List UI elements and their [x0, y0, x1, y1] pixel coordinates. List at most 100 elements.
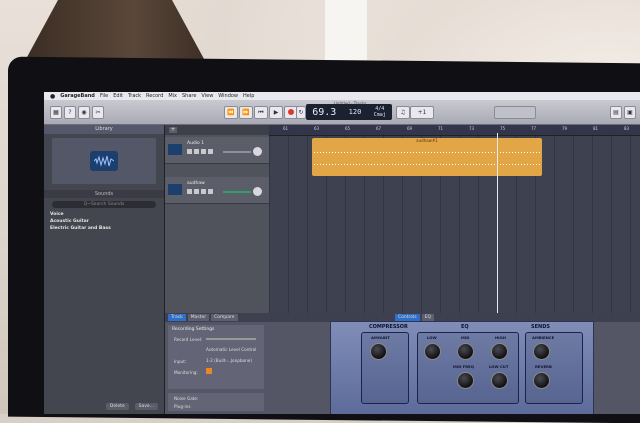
- track-name: audhaw: [187, 181, 205, 186]
- region-title: audhaw#1: [416, 138, 438, 143]
- ruler-tick: 77: [531, 126, 537, 131]
- low-knob[interactable]: [424, 343, 441, 360]
- smart-controls-icon[interactable]: ◉: [78, 106, 90, 119]
- menu-share[interactable]: Share: [182, 93, 196, 99]
- recording-settings-title: Recording Settings: [172, 327, 215, 332]
- ruler-tick: 61: [283, 126, 289, 131]
- input-monitor-button[interactable]: [208, 189, 213, 194]
- rewind-icon[interactable]: ⏪: [224, 106, 238, 119]
- menu-window[interactable]: Window: [218, 93, 238, 99]
- cycle-icon[interactable]: ↻: [296, 106, 306, 119]
- sounds-header: Sounds: [44, 190, 164, 198]
- menu-garageband[interactable]: GarageBand: [60, 93, 95, 99]
- tab-compare[interactable]: Compare: [211, 314, 238, 321]
- mid-knob[interactable]: [457, 343, 474, 360]
- track-name: Audio 1: [187, 141, 205, 146]
- input-select[interactable]: 1-2 (Built-...Jonpbone): [206, 356, 252, 365]
- go-to-start-icon[interactable]: ⏮: [254, 106, 268, 119]
- input-label: Input:: [174, 359, 187, 364]
- notepad-icon[interactable]: ▤: [610, 106, 622, 119]
- region-waveform: [314, 152, 540, 153]
- ambience-knob[interactable]: [533, 343, 550, 360]
- pan-knob[interactable]: [253, 147, 262, 156]
- record-enable-button[interactable]: [201, 189, 206, 194]
- amp-controls: COMPRESSOR EQ SENDS AMOUNT LOW MID HIGH …: [330, 321, 594, 414]
- library-preview: [52, 138, 156, 184]
- menu-edit[interactable]: Edit: [113, 93, 123, 99]
- menu-help[interactable]: Help: [243, 93, 254, 99]
- mid-freq-knob[interactable]: [457, 372, 474, 389]
- auto-level-checkbox[interactable]: Automatic Level Control: [206, 345, 256, 354]
- monitoring-toggle[interactable]: [206, 368, 212, 374]
- sends-panel: [525, 332, 583, 404]
- pan-knob[interactable]: [253, 187, 262, 196]
- tracks-timeline[interactable]: 61 63 65 67 69 71 73 75 77 79 81 83 audh…: [269, 125, 640, 313]
- menu-track[interactable]: Track: [128, 93, 141, 99]
- recording-settings: Recording Settings Record Level: Automat…: [168, 325, 264, 389]
- help-icon[interactable]: ?: [64, 106, 76, 119]
- amount-knob[interactable]: [370, 343, 387, 360]
- list-item[interactable]: Acoustic Guitar: [44, 218, 164, 225]
- playhead[interactable]: [497, 133, 498, 313]
- volume-slider[interactable]: [223, 191, 251, 193]
- solo-button[interactable]: [194, 189, 199, 194]
- monitor-screen: ● GarageBand File Edit Track Record Mix …: [44, 92, 640, 414]
- ruler-tick: 75: [500, 126, 506, 131]
- delete-button[interactable]: Delete: [105, 403, 129, 410]
- library-icon[interactable]: ▦: [50, 106, 62, 119]
- solo-button[interactable]: [194, 149, 199, 154]
- knob-label: LOW: [427, 335, 437, 340]
- ruler-tick: 81: [593, 126, 599, 131]
- plugins-label[interactable]: Plug-ins: [174, 404, 191, 409]
- reverb-knob[interactable]: [533, 372, 550, 389]
- waveform-icon: [168, 144, 182, 155]
- knob-label: HIGH: [495, 335, 506, 340]
- track-headers: + Audio 1 audhaw: [165, 125, 269, 313]
- menu-record[interactable]: Record: [146, 93, 163, 99]
- record-level-slider[interactable]: [206, 338, 256, 340]
- search-input[interactable]: Q~Search Sounds: [52, 201, 156, 208]
- play-icon[interactable]: ▶: [269, 106, 283, 119]
- ruler-tick: 63: [314, 126, 320, 131]
- knob-label: AMOUNT: [371, 335, 390, 340]
- smart-controls-editor: Track Master Compare Controls EQ Recordi…: [165, 313, 640, 414]
- tab-track[interactable]: Track: [168, 314, 186, 321]
- volume-slider[interactable]: [223, 151, 251, 153]
- mute-button[interactable]: [187, 149, 192, 154]
- low-cut-knob[interactable]: [491, 372, 508, 389]
- input-monitor-button[interactable]: [208, 149, 213, 154]
- tuner-icon[interactable]: ♫: [396, 106, 410, 119]
- lcd-key: Cmaj: [373, 112, 386, 118]
- knob-label: REVERB: [535, 364, 552, 369]
- background-window: [325, 0, 367, 60]
- track-header-1[interactable]: Audio 1: [165, 137, 269, 164]
- track-header-2[interactable]: audhaw: [165, 177, 269, 204]
- menu-mix[interactable]: Mix: [168, 93, 177, 99]
- menu-view[interactable]: View: [201, 93, 213, 99]
- list-item[interactable]: Voice: [44, 211, 164, 218]
- mute-button[interactable]: [187, 189, 192, 194]
- monitoring-label: Monitoring:: [174, 370, 198, 375]
- master-volume-slider[interactable]: [494, 106, 536, 119]
- loop-browser-icon[interactable]: ▣: [624, 106, 636, 119]
- high-knob[interactable]: [491, 343, 508, 360]
- save-button[interactable]: Save...: [134, 403, 158, 410]
- count-in-button[interactable]: +1: [410, 106, 434, 119]
- tab-master[interactable]: Master: [187, 314, 210, 321]
- tab-eq[interactable]: EQ: [421, 314, 435, 321]
- knob-label: LOW CUT: [489, 364, 509, 369]
- ruler-tick: 67: [376, 126, 382, 131]
- audio-region[interactable]: audhaw#1: [312, 138, 542, 176]
- apple-icon[interactable]: ●: [50, 93, 55, 100]
- knob-label: MID: [461, 335, 470, 340]
- fast-forward-icon[interactable]: ⏩: [239, 106, 253, 119]
- add-track-button[interactable]: +: [169, 127, 177, 133]
- list-item[interactable]: Electric Guitar and Bass: [44, 225, 164, 232]
- menu-file[interactable]: File: [100, 93, 108, 99]
- library-title: Library: [44, 125, 164, 134]
- ruler-tick: 69: [407, 126, 413, 131]
- record-enable-button[interactable]: [201, 149, 206, 154]
- editors-icon[interactable]: ✂: [92, 106, 104, 119]
- lcd-display[interactable]: 69.3 120 4/4 Cmaj: [306, 104, 392, 120]
- tab-controls[interactable]: Controls: [395, 314, 420, 321]
